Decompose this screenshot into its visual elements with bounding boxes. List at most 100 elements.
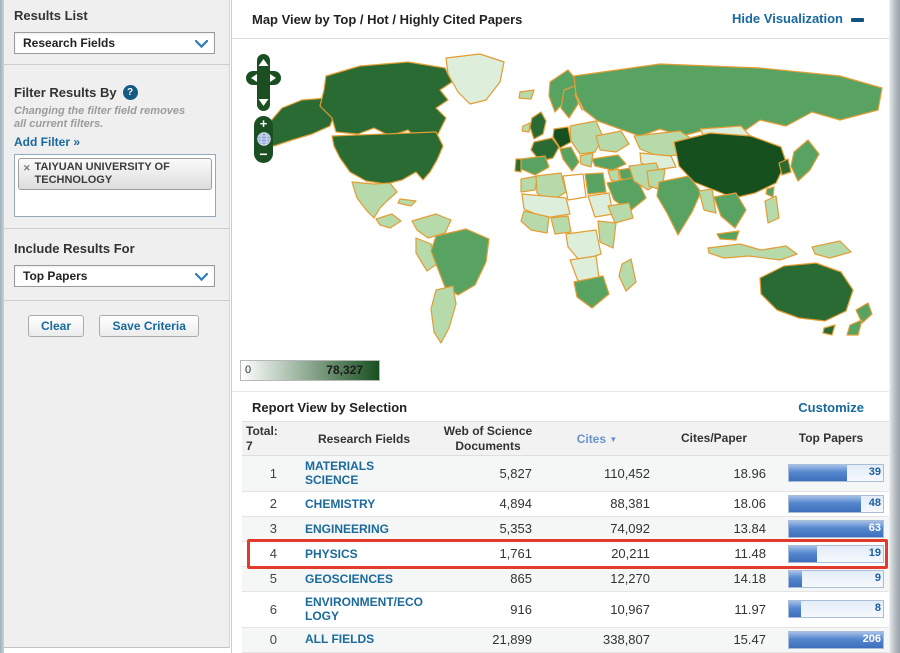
region-greenland[interactable] xyxy=(445,53,505,105)
top-papers-bar[interactable]: 206 xyxy=(788,630,884,649)
globe-icon[interactable] xyxy=(256,132,271,146)
research-field-link[interactable]: GEOSCIENCES xyxy=(305,569,423,589)
add-filter-link[interactable]: Add Filter » xyxy=(14,135,80,149)
region-iceland[interactable] xyxy=(518,89,535,100)
row-top-papers-cell: 39 xyxy=(772,464,890,483)
region-portugal[interactable] xyxy=(514,158,522,173)
research-field-link[interactable]: ENGINEERING xyxy=(305,519,423,539)
region-turkey[interactable] xyxy=(591,154,627,171)
row-cites: 12,270 xyxy=(610,571,650,587)
research-field-link[interactable]: MATERIALS SCIENCE xyxy=(305,456,423,491)
region-tasmania[interactable] xyxy=(822,324,836,336)
vertical-scrollbar[interactable] xyxy=(889,0,900,653)
help-icon[interactable]: ? xyxy=(122,85,138,100)
research-field-link[interactable]: ENVIRONMENT/ECOLOGY xyxy=(305,592,423,627)
map-legend: 0 78,327 xyxy=(240,360,380,381)
remove-filter-icon[interactable]: ✕ xyxy=(23,161,31,174)
column-research-fields[interactable]: Research Fields xyxy=(290,432,438,446)
row-field-cell: MATERIALS SCIENCE xyxy=(290,456,438,491)
table-row: 3 ENGINEERING 5,353 74,092 13.84 63 xyxy=(242,516,890,542)
top-papers-bar[interactable]: 9 xyxy=(788,569,884,588)
region-central-america[interactable] xyxy=(375,213,402,229)
results-list-label: Results List xyxy=(14,8,88,23)
include-results-dropdown[interactable]: Top Papers xyxy=(14,264,215,287)
customize-link[interactable]: Customize xyxy=(798,400,864,415)
region-southeast-asia[interactable] xyxy=(713,192,747,229)
region-balkans[interactable] xyxy=(579,152,594,168)
top-papers-value: 39 xyxy=(868,466,881,479)
region-spain[interactable] xyxy=(520,155,550,176)
sidebar-buttons: Clear Save Criteria xyxy=(4,301,229,337)
zoom-in-button[interactable]: + xyxy=(254,117,273,130)
top-papers-bar[interactable]: 48 xyxy=(788,494,884,513)
top-papers-bar-fill xyxy=(789,545,818,562)
region-argentina-chile[interactable] xyxy=(430,285,457,344)
region-egypt[interactable] xyxy=(584,172,607,195)
filter-box: ✕ TAIYUAN UNIVERSITY OF TECHNOLOGY xyxy=(14,153,216,217)
main-panel: Map View by Top / Hot / Highly Cited Pap… xyxy=(231,0,890,653)
region-ireland[interactable] xyxy=(521,122,531,133)
region-mexico[interactable] xyxy=(351,181,398,219)
region-usa[interactable] xyxy=(331,131,444,185)
filter-tag-label: TAIYUAN UNIVERSITY OF TECHNOLOGY xyxy=(34,160,170,186)
top-papers-bar[interactable]: 19 xyxy=(788,544,884,563)
table-header-row: Total: 7 Research Fields Web of Science … xyxy=(242,421,890,456)
include-results-section: Include Results For Top Papers xyxy=(4,229,229,301)
region-sudan[interactable] xyxy=(587,192,614,218)
region-bangladesh-myanmar[interactable] xyxy=(698,188,717,214)
save-criteria-button[interactable]: Save Criteria xyxy=(99,314,199,337)
world-map[interactable] xyxy=(240,42,890,352)
region-new-guinea[interactable] xyxy=(811,240,852,259)
table-row: 2 CHEMISTRY 4,894 88,381 18.06 48 xyxy=(242,492,890,517)
region-japan[interactable] xyxy=(790,139,820,182)
sort-desc-icon: ▼ xyxy=(609,434,618,444)
column-cites-per-paper[interactable]: Cites/Paper xyxy=(656,431,772,446)
region-india[interactable] xyxy=(656,175,702,236)
map-pan-control[interactable] xyxy=(246,54,281,111)
region-cuba[interactable] xyxy=(397,198,417,207)
region-morocco[interactable] xyxy=(520,175,539,193)
row-cites: 20,211 xyxy=(611,546,650,562)
column-top-papers[interactable]: Top Papers xyxy=(772,431,890,446)
region-nigeria[interactable] xyxy=(550,215,572,235)
region-australia[interactable] xyxy=(759,262,854,322)
column-cites-sorted[interactable]: Cites ▼ xyxy=(538,432,656,446)
region-italy[interactable] xyxy=(559,146,580,172)
results-list-dropdown[interactable]: Research Fields xyxy=(14,32,215,54)
region-malaysia[interactable] xyxy=(716,230,740,241)
region-south-africa[interactable] xyxy=(573,275,610,309)
row-cites: 10,967 xyxy=(610,601,650,617)
region-libya[interactable] xyxy=(562,173,587,201)
column-wos-documents[interactable]: Web of Science Documents xyxy=(438,424,538,454)
region-philippines[interactable] xyxy=(764,195,780,224)
region-new-zealand[interactable] xyxy=(846,319,863,336)
top-papers-bar[interactable]: 8 xyxy=(788,600,884,619)
region-russia[interactable] xyxy=(573,63,883,137)
region-east-africa[interactable] xyxy=(597,220,617,249)
map-zoom-control[interactable]: + − xyxy=(254,116,273,163)
row-cites: 110,452 xyxy=(603,465,650,481)
zoom-out-button[interactable]: − xyxy=(254,147,273,161)
row-wos-documents: 916 xyxy=(510,601,532,617)
top-papers-value: 48 xyxy=(868,496,881,509)
research-field-link[interactable]: CHEMISTRY xyxy=(305,494,423,514)
region-madagascar[interactable] xyxy=(618,258,637,292)
region-indonesia[interactable] xyxy=(707,243,798,261)
region-ethiopia[interactable] xyxy=(607,202,634,224)
top-papers-bar[interactable]: 63 xyxy=(788,519,884,538)
clear-button[interactable]: Clear xyxy=(28,314,85,337)
research-field-link[interactable]: PHYSICS xyxy=(305,544,423,564)
map-view-header: Map View by Top / Hot / Highly Cited Pap… xyxy=(232,0,890,39)
region-taiwan[interactable] xyxy=(765,186,775,198)
region-brazil[interactable] xyxy=(430,228,490,296)
research-field-link[interactable]: ALL FIELDS xyxy=(305,629,423,649)
row-field-cell: CHEMISTRY xyxy=(290,494,438,514)
row-rank: 4 xyxy=(269,546,277,562)
hide-visualization-link[interactable]: Hide Visualization xyxy=(732,11,864,26)
legend-max-value: 78,327 xyxy=(326,363,363,377)
region-canada[interactable] xyxy=(319,61,453,139)
top-papers-bar[interactable]: 39 xyxy=(788,464,884,483)
region-uk[interactable] xyxy=(529,111,547,140)
region-new-zealand[interactable] xyxy=(855,302,873,324)
filter-tag[interactable]: ✕ TAIYUAN UNIVERSITY OF TECHNOLOGY xyxy=(18,157,212,191)
